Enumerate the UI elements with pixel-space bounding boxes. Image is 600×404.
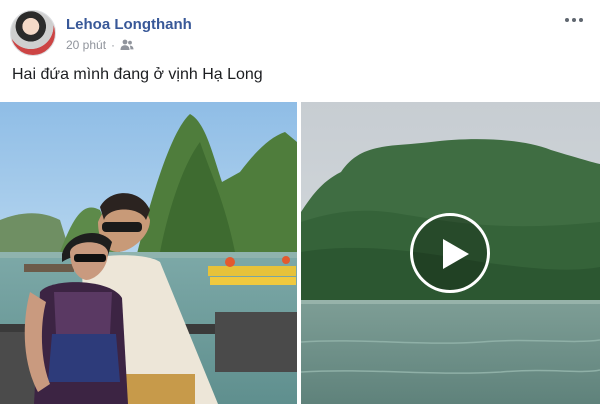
friends-icon[interactable] bbox=[120, 39, 134, 51]
meta-separator: · bbox=[111, 38, 116, 52]
author-name[interactable]: Lehoa Longthanh bbox=[66, 16, 192, 33]
play-icon[interactable] bbox=[410, 213, 490, 293]
timestamp[interactable]: 20 phút bbox=[66, 38, 106, 52]
post-meta: 20 phút · bbox=[66, 38, 134, 52]
post-header: Lehoa Longthanh 20 phút · bbox=[10, 10, 590, 60]
post-video[interactable] bbox=[301, 102, 600, 404]
more-options-icon[interactable] bbox=[560, 10, 588, 30]
post-caption: Hai đứa mình đang ở vịnh Hạ Long bbox=[12, 66, 263, 83]
avatar[interactable] bbox=[10, 10, 56, 56]
post-photo[interactable] bbox=[0, 102, 297, 404]
